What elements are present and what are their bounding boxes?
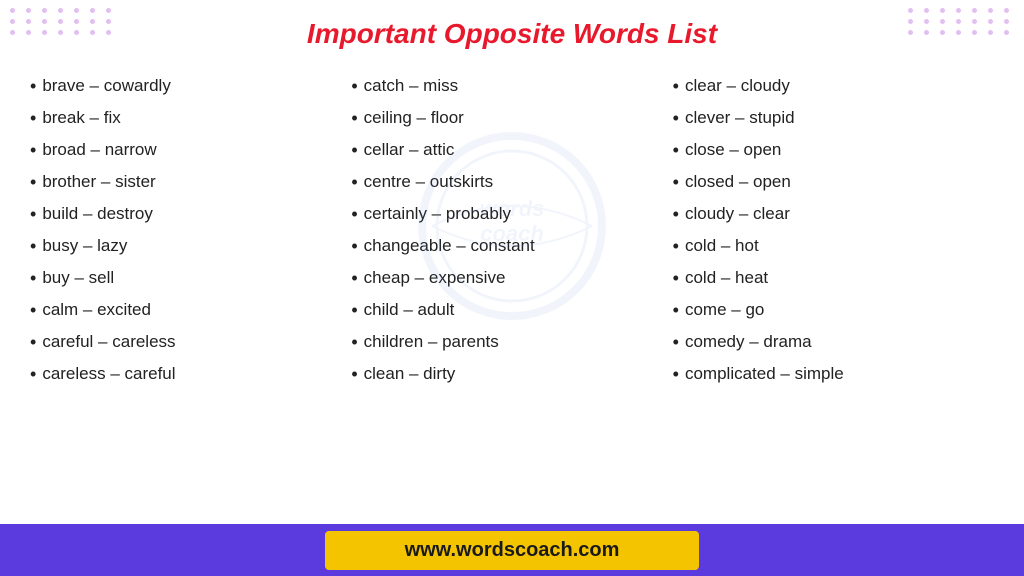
- list-item: closed – open: [673, 166, 994, 198]
- column-2: catch – missceiling – floorcellar – atti…: [351, 70, 672, 390]
- column-1: brave – cowardlybreak – fixbroad – narro…: [30, 70, 351, 390]
- list-item: cheap – expensive: [351, 262, 672, 294]
- footer: www.wordscoach.com: [0, 524, 1024, 576]
- list-item: cloudy – clear: [673, 198, 994, 230]
- content-area: words coach brave – cowardlybreak – fixb…: [0, 62, 1024, 390]
- list-item: centre – outskirts: [351, 166, 672, 198]
- list-item: clever – stupid: [673, 102, 994, 134]
- list-item: child – adult: [351, 294, 672, 326]
- list-item: complicated – simple: [673, 358, 994, 390]
- list-item: careful – careless: [30, 326, 351, 358]
- list-item: cold – hot: [673, 230, 994, 262]
- column-3: clear – cloudyclever – stupidclose – ope…: [673, 70, 994, 390]
- list-item: clean – dirty: [351, 358, 672, 390]
- list-item: break – fix: [30, 102, 351, 134]
- list-item: catch – miss: [351, 70, 672, 102]
- list-item: cold – heat: [673, 262, 994, 294]
- list-item: certainly – probably: [351, 198, 672, 230]
- list-item: ceiling – floor: [351, 102, 672, 134]
- list-item: careless – careful: [30, 358, 351, 390]
- list-item: clear – cloudy: [673, 70, 994, 102]
- page-title: Important Opposite Words List: [0, 18, 1024, 50]
- footer-url: www.wordscoach.com: [405, 539, 620, 561]
- list-item: busy – lazy: [30, 230, 351, 262]
- list-item: children – parents: [351, 326, 672, 358]
- list-item: broad – narrow: [30, 134, 351, 166]
- list-item: comedy – drama: [673, 326, 994, 358]
- decorative-dots-right: [908, 8, 1014, 35]
- list-item: changeable – constant: [351, 230, 672, 262]
- list-item: brother – sister: [30, 166, 351, 198]
- footer-url-box: www.wordscoach.com: [325, 531, 700, 570]
- list-item: cellar – attic: [351, 134, 672, 166]
- list-item: build – destroy: [30, 198, 351, 230]
- list-item: calm – excited: [30, 294, 351, 326]
- list-item: come – go: [673, 294, 994, 326]
- list-item: brave – cowardly: [30, 70, 351, 102]
- decorative-dots-left: [10, 8, 116, 35]
- list-item: buy – sell: [30, 262, 351, 294]
- title-section: Important Opposite Words List: [0, 0, 1024, 62]
- list-item: close – open: [673, 134, 994, 166]
